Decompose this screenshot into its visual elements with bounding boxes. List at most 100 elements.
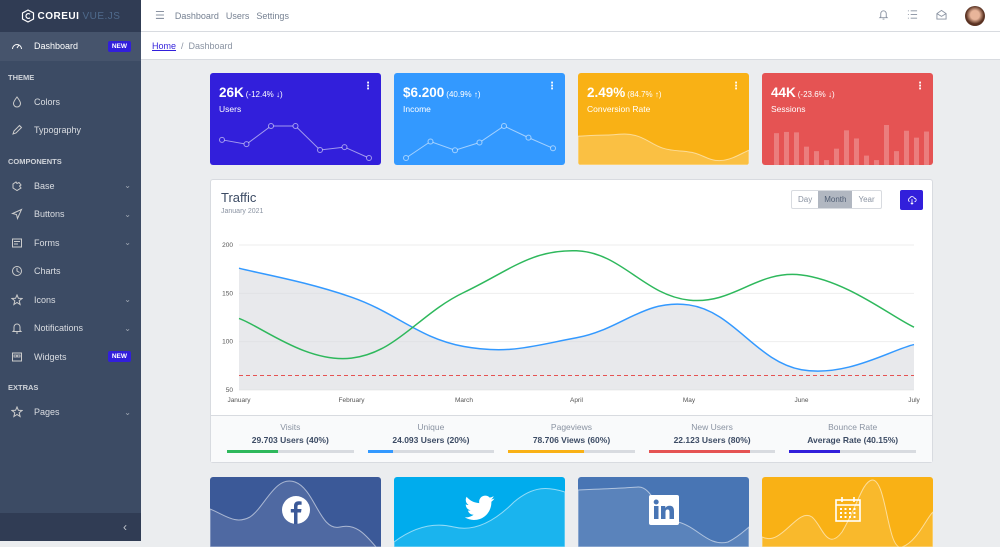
drop-icon (10, 95, 24, 109)
sidebar-item-icons[interactable]: Icons ⌄ (0, 286, 141, 315)
sidebar-item-base[interactable]: Base ⌄ (0, 172, 141, 201)
traffic-title: Traffic (221, 190, 257, 205)
chevron-down-icon: ⌄ (124, 209, 131, 219)
sparkline-point (341, 144, 348, 151)
widget-value: $6.200 (40.9% ↑) (403, 85, 481, 100)
list-icon[interactable] (907, 9, 918, 22)
pencil-icon (10, 123, 24, 137)
progress-bar (508, 450, 635, 453)
x-tick-label: May (683, 397, 696, 404)
header-nav-dashboard[interactable]: Dashboard (175, 11, 219, 21)
sparkline-bar (824, 160, 829, 165)
breadcrumb-home-link[interactable]: Home (152, 41, 176, 51)
sidebar-item-typography[interactable]: Typography (0, 116, 141, 145)
chevron-down-icon: ⌄ (124, 181, 131, 191)
period-button-year[interactable]: Year (852, 191, 880, 208)
calculator-icon (10, 350, 24, 364)
chevron-left-icon: ‹ (123, 520, 127, 534)
progress-fill (227, 450, 278, 453)
sidebar-item-dashboard[interactable]: Dashboard NEW (0, 32, 141, 61)
envelope-open-icon[interactable] (936, 9, 947, 22)
social-cards (210, 477, 933, 547)
y-tick-label: 50 (226, 387, 234, 394)
sparkline-point (366, 155, 372, 161)
chevron-down-icon: ⌄ (124, 295, 131, 305)
new-badge: NEW (107, 40, 131, 52)
sparkline-point (501, 123, 507, 129)
stat-bounce-rate: Bounce Rate Average Rate (40.15%) (789, 416, 916, 462)
brand-sub: VUE.JS (82, 10, 121, 22)
sidebar-item-label: Forms (34, 237, 60, 248)
facebook-icon (281, 495, 311, 527)
more-options-icon[interactable]: ⋮ (731, 82, 741, 92)
widget-sparkline (578, 133, 749, 165)
nav-title-extras: EXTRAS (8, 383, 39, 392)
sparkline-point (452, 147, 458, 154)
twitter-icon (464, 495, 495, 523)
brand-name: COREUI (37, 10, 80, 22)
chevron-down-icon: ⌄ (124, 323, 131, 333)
sidebar-item-charts[interactable]: Charts (0, 257, 141, 286)
brand-logo[interactable]: COREUI VUE.JS (0, 0, 141, 32)
more-options-icon[interactable]: ⋮ (363, 82, 373, 92)
sparkline-point (317, 147, 323, 153)
widget-change: (-12.4% ↓) (245, 90, 283, 99)
sidebar-item-pages[interactable]: Pages ⌄ (0, 398, 141, 427)
sparkline-bar (874, 160, 879, 165)
sidebar-item-label: Base (34, 180, 55, 191)
stat-label: Bounce Rate (828, 422, 878, 432)
stat-value: 78.706 Views (60%) (532, 435, 611, 445)
sparkline-bar (894, 151, 899, 165)
avatar[interactable] (965, 5, 985, 26)
widget-card-users: 26K (-12.4% ↓) Users ⋮ (210, 73, 381, 165)
sidebar-minimize-button[interactable]: ‹ (0, 513, 141, 541)
sparkline-point (550, 145, 556, 152)
cursor-icon (10, 207, 24, 221)
stat-label: Pageviews (550, 422, 593, 432)
sidebar-item-label: Notifications (34, 323, 84, 334)
widget-sparkline (219, 123, 372, 161)
widget-value: 44K (-23.6% ↓) (771, 85, 835, 100)
sparkline-point (268, 123, 274, 129)
puzzle-icon (10, 179, 24, 193)
more-options-icon[interactable]: ⋮ (547, 82, 557, 92)
header-nav-settings[interactable]: Settings (256, 11, 289, 21)
linkedin-icon (648, 495, 679, 527)
widget-sparkline (774, 125, 929, 165)
breadcrumb-separator: / (181, 40, 184, 51)
sparkline-bar (904, 130, 909, 165)
stat-value: 29.703 Users (40%) (251, 435, 329, 445)
hamburger-menu-icon[interactable]: ☰ (155, 9, 165, 22)
cloud-download-icon (907, 196, 917, 205)
widget-value: 26K (-12.4% ↓) (219, 85, 283, 100)
sparkline-bar (794, 132, 799, 165)
x-tick-label: February (338, 397, 365, 404)
progress-fill (508, 450, 585, 453)
more-options-icon[interactable]: ⋮ (915, 82, 925, 92)
series-area-0 (239, 268, 914, 390)
traffic-subtitle: January 2021 (221, 208, 264, 215)
sidebar-item-notifications[interactable]: Notifications ⌄ (0, 314, 141, 343)
header-nav-users[interactable]: Users (226, 11, 250, 21)
widget-card-sessions: 44K (-23.6% ↓) Sessions ⋮ (762, 73, 933, 165)
sparkline-bar (844, 130, 849, 165)
stat-unique: Unique 24.093 Users (20%) (367, 416, 495, 462)
bell-icon[interactable] (878, 9, 889, 22)
stat-pageviews: Pageviews 78.706 Views (60%) (508, 416, 635, 462)
stat-new-users: New Users 22.123 Users (80%) (648, 416, 776, 462)
sidebar-item-buttons[interactable]: Buttons ⌄ (0, 200, 141, 229)
chevron-down-icon: ⌄ (124, 407, 131, 417)
download-button[interactable] (900, 190, 923, 210)
sparkline-point (219, 136, 225, 143)
period-button-month[interactable]: Month (818, 191, 853, 208)
x-tick-label: March (455, 397, 473, 404)
sidebar-item-widgets[interactable]: Widgets NEW (0, 343, 141, 372)
sparkline-point (403, 155, 409, 161)
sidebar-item-forms[interactable]: Forms ⌄ (0, 229, 141, 258)
x-tick-label: April (570, 397, 584, 404)
widget-value: 2.49% (84.7% ↑) (587, 85, 662, 100)
sidebar-item-colors[interactable]: Colors (0, 88, 141, 117)
chevron-down-icon: ⌄ (124, 238, 131, 248)
period-button-day[interactable]: Day (792, 191, 818, 208)
sparkline-point (427, 138, 434, 145)
